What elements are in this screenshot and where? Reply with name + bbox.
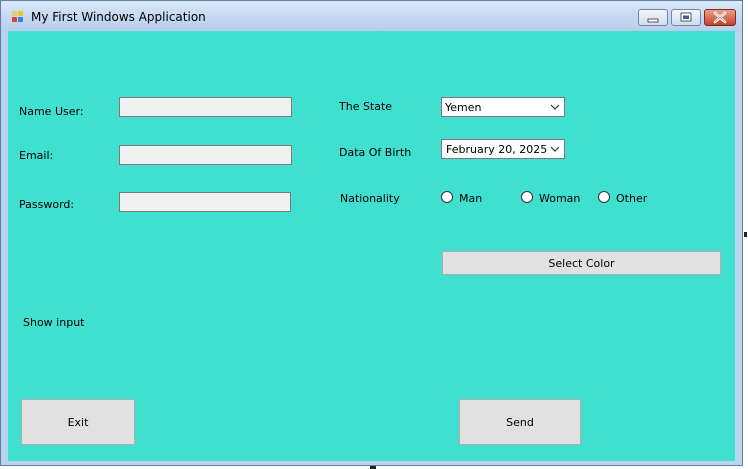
maximize-icon [680,12,692,22]
window-title: My First Windows Application [31,10,206,24]
name-user-label: Name User: [19,105,84,118]
radio-woman-label[interactable]: Woman [539,192,580,205]
app-icon[interactable] [12,11,24,23]
select-color-button[interactable]: Select Color [442,251,721,275]
radio-man[interactable] [441,191,453,203]
send-button[interactable]: Send [459,399,581,445]
radio-other-label[interactable]: Other [616,192,647,205]
form-client-area: Name User: Email: Password: The State Ye… [8,31,735,461]
minimize-icon [647,18,659,23]
email-input[interactable] [119,145,292,165]
chevron-down-icon[interactable] [546,98,564,116]
exit-button[interactable]: Exit [21,399,135,445]
application-window: My First Windows Application Name User: … [0,0,743,466]
radio-other[interactable] [598,191,610,203]
resize-handle-right[interactable] [744,232,747,237]
state-selected-value: Yemen [445,101,482,114]
radio-man-label[interactable]: Man [459,192,482,205]
show-input-label: Show input [23,316,85,329]
close-button[interactable] [704,9,736,26]
state-label: The State [339,100,393,113]
email-label: Email: [19,149,54,162]
title-bar[interactable]: My First Windows Application [1,1,742,31]
minimize-button[interactable] [638,9,668,26]
password-input[interactable] [119,192,291,212]
state-combobox[interactable]: Yemen [441,97,565,117]
date-of-birth-picker[interactable]: February 20, 2025 [441,139,565,159]
name-user-input[interactable] [119,97,292,117]
close-icon [713,11,727,24]
date-of-birth-value: February 20, 2025 [446,143,548,156]
radio-woman[interactable] [521,191,533,203]
nationality-label: Nationality [340,192,400,205]
chevron-down-icon[interactable] [546,140,564,158]
date-of-birth-label: Data Of Birth [339,146,412,159]
password-label: Password: [19,198,75,211]
maximize-button[interactable] [671,9,701,26]
